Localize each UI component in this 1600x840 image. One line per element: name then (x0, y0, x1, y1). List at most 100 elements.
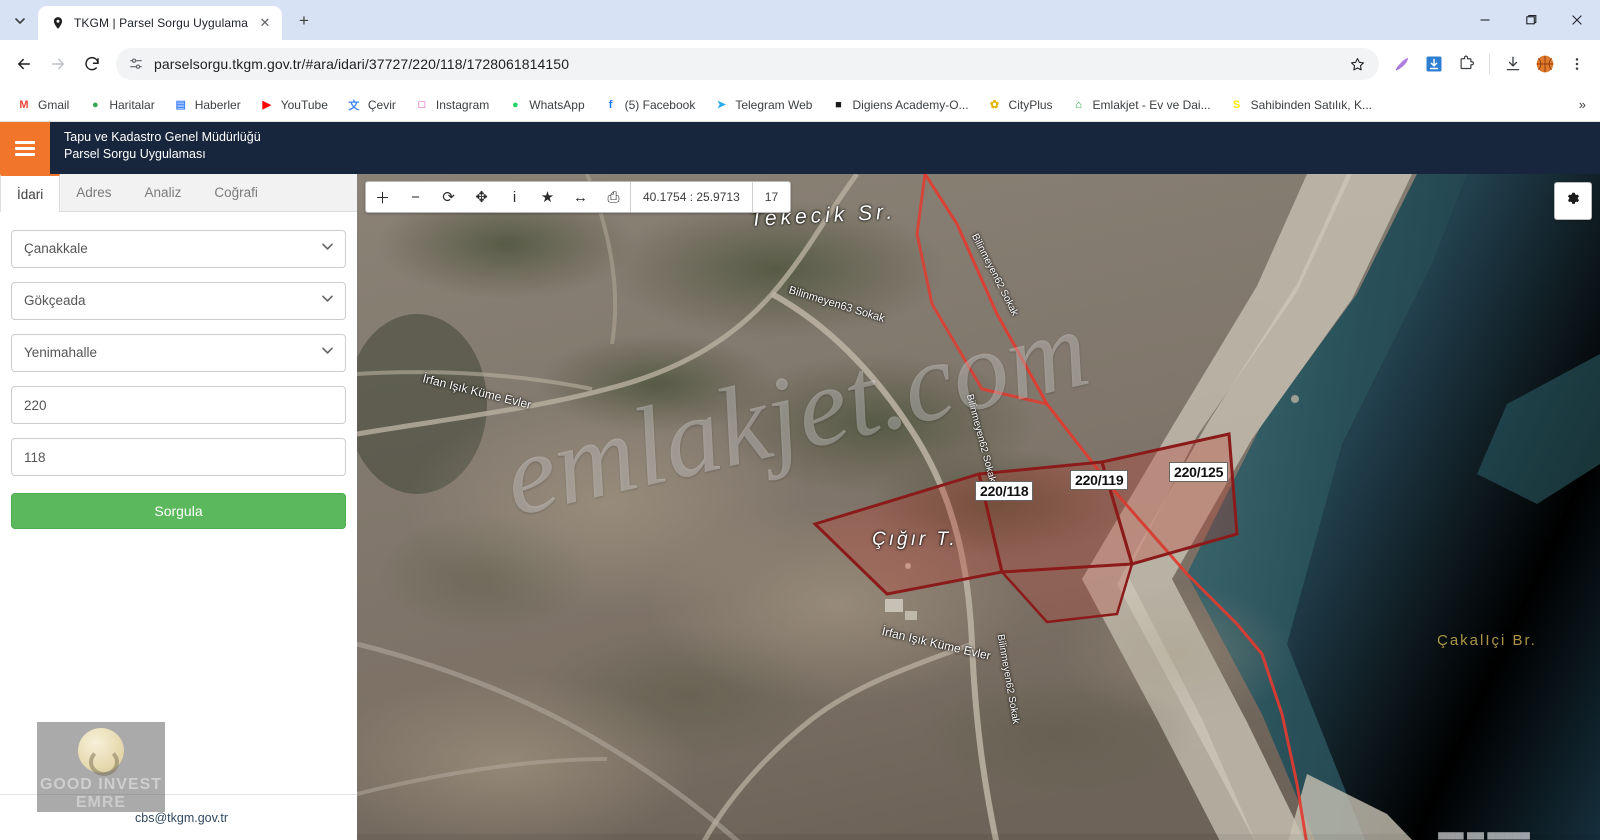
bookmark-item[interactable]: ⌂ Emlakjet - Ev ve Dai... (1063, 93, 1219, 117)
sidebar-tabs: İdari Adres Analiz Coğrafi (0, 174, 357, 212)
emlakjet-icon: ⌂ (1075, 98, 1082, 111)
map-zoom-level: 17 (751, 182, 790, 212)
bookmark-label: Emlakjet - Ev ve Dai... (1092, 97, 1211, 112)
bookmarks-overflow-button[interactable]: » (1573, 93, 1592, 116)
parsel-input[interactable] (11, 438, 346, 476)
whatsapp-icon: ● (511, 98, 519, 111)
star-icon[interactable] (1347, 56, 1367, 73)
neighbourhood-select[interactable]: Yenimahalle (11, 334, 346, 372)
browser-window: TKGM | Parsel Sorgu Uygulama ✕ + parsels… (0, 0, 1600, 840)
info-button[interactable]: i (498, 182, 531, 212)
query-sidebar: İdari Adres Analiz Coğrafi Çanakkale Gökçea… (0, 174, 357, 840)
extensions-icon[interactable] (1452, 50, 1480, 78)
bookmark-label: Çevir (367, 97, 396, 112)
bookmark-label: Digiens Academy-O... (852, 97, 969, 112)
tab-search-button[interactable] (6, 7, 34, 35)
bookmark-label: Haberler (194, 97, 241, 112)
bookmark-item[interactable]: M Gmail (8, 93, 77, 117)
bookmark-label: YouTube (280, 97, 328, 112)
maximize-button[interactable] (1508, 0, 1554, 40)
tune-icon[interactable] (128, 56, 144, 72)
satellite-imagery (357, 174, 1600, 840)
bookmark-label: Instagram (435, 97, 490, 112)
tkgm-application: Tapu ve Kadastro Genel Müdürlüğü Parsel… (0, 122, 1600, 840)
province-select-wrapper: Çanakkale (11, 230, 346, 268)
bookmark-item[interactable]: □ Instagram (406, 93, 497, 117)
pen-extension-icon[interactable] (1388, 50, 1416, 78)
bookmark-item[interactable]: ● Haritalar (79, 93, 162, 117)
locate-button[interactable]: ✥ (465, 182, 498, 212)
window-controls (1462, 0, 1600, 40)
sorgula-button[interactable]: Sorgula (11, 493, 346, 529)
print-button[interactable]: ⎙ (597, 182, 630, 212)
bookmark-label: CityPlus (1008, 97, 1053, 112)
browser-tab[interactable]: TKGM | Parsel Sorgu Uygulama ✕ (38, 6, 282, 40)
bookmark-item[interactable]: ▶ YouTube (251, 93, 336, 117)
bookmark-item[interactable]: ■ Digiens Academy-O... (822, 93, 976, 117)
gear-icon (1564, 189, 1583, 213)
bookmark-label: Telegram Web (735, 97, 813, 112)
new-tab-button[interactable]: + (290, 7, 318, 35)
app-body: İdari Adres Analiz Coğrafi Çanakkale Gökçea… (0, 174, 1600, 840)
map-toolbar: ＋ − ⟳ ✥ i ★ ↔ ⎙ 40.1754 : 25.9713 17 (365, 181, 792, 213)
zoom-out-button[interactable]: − (399, 182, 432, 212)
ada-input[interactable] (11, 386, 346, 424)
bookmark-label: WhatsApp (529, 97, 585, 112)
sidebar-tab-cografi[interactable]: Coğrafi (198, 174, 275, 211)
forward-button[interactable] (42, 48, 74, 80)
window-close-button[interactable] (1554, 0, 1600, 40)
youtube-icon: ▶ (262, 99, 271, 111)
profile-avatar[interactable] (1531, 50, 1559, 78)
contact-email: cbs@tkgm.gov.tr (135, 810, 229, 825)
instagram-icon: □ (418, 98, 426, 111)
refresh-button[interactable]: ⟳ (432, 182, 465, 212)
bookmark-item[interactable]: ✿ CityPlus (979, 93, 1061, 117)
favorite-button[interactable]: ★ (531, 182, 564, 212)
sidebar-tab-adres[interactable]: Adres (60, 174, 128, 211)
telegram-icon: ➤ (716, 99, 726, 111)
digiens-icon: ■ (835, 98, 842, 111)
district-select-wrapper: Gökçeada (11, 282, 346, 320)
address-bar[interactable]: parselsorgu.tkgm.gov.tr/#ara/idari/37727… (116, 48, 1379, 80)
back-button[interactable] (8, 48, 40, 80)
map-coordinates: 40.1754 : 25.9713 (630, 182, 752, 212)
sidebar-tab-idari[interactable]: İdari (0, 174, 61, 212)
measure-button[interactable]: ↔ (564, 182, 597, 212)
good-invest-logo-icon (78, 728, 124, 776)
province-select[interactable]: Çanakkale (11, 230, 346, 268)
bookmark-item[interactable]: ➤ Telegram Web (705, 93, 820, 117)
watermark-line1: GOOD INVEST (39, 776, 163, 793)
menu-icon[interactable] (0, 122, 50, 174)
url-text: parselsorgu.tkgm.gov.tr/#ara/idari/37727… (154, 56, 570, 72)
sidebar-tab-analiz[interactable]: Analiz (129, 174, 199, 211)
district-select[interactable]: Gökçeada (11, 282, 346, 320)
news-icon: ▤ (175, 99, 186, 111)
bookmark-item[interactable]: ● WhatsApp (499, 93, 592, 117)
parcel-query-form: Çanakkale Gökçeada Yenimahalle 220 118 S… (0, 212, 357, 529)
tab-strip: TKGM | Parsel Sorgu Uygulama ✕ + (0, 0, 1600, 40)
minimize-button[interactable] (1462, 0, 1508, 40)
reload-button[interactable] (76, 48, 108, 80)
bookmark-label: Sahibinden Satılık, K... (1250, 97, 1372, 112)
app-title-secondary: Parsel Sorgu Uygulaması (64, 147, 206, 161)
translate-icon: 文 (348, 99, 360, 112)
bookmark-item[interactable]: 文 Çevir (338, 93, 404, 117)
map-canvas[interactable]: Tekecik Sr. Bilinmeyen63 Sokak Bilinmeyen6… (357, 174, 1600, 840)
close-icon[interactable]: ✕ (256, 14, 274, 32)
map-settings-button[interactable] (1554, 182, 1592, 220)
toolbar-divider (1489, 54, 1490, 74)
zoom-in-button[interactable]: ＋ (366, 182, 399, 212)
bookmark-item[interactable]: S Sahibinden Satılık, K... (1221, 93, 1380, 117)
tab-title: TKGM | Parsel Sorgu Uygulama (74, 16, 248, 30)
app-title-block: Tapu ve Kadastro Genel Müdürlüğü Parsel… (50, 122, 261, 174)
bookmark-item[interactable]: f (5) Facebook (595, 93, 704, 117)
chrome-menu-icon[interactable] (1563, 50, 1591, 78)
cityplus-icon: ✿ (989, 99, 1000, 111)
download-manager-extension-icon[interactable] (1420, 50, 1448, 78)
bookmark-label: Gmail (38, 97, 70, 112)
browser-toolbar: parselsorgu.tkgm.gov.tr/#ara/idari/37727… (0, 40, 1600, 88)
location-pin-icon (50, 15, 66, 31)
app-header: Tapu ve Kadastro Genel Müdürlüğü Parsel… (0, 122, 1600, 174)
downloads-icon[interactable] (1499, 50, 1527, 78)
bookmark-item[interactable]: ▤ Haberler (165, 93, 249, 117)
